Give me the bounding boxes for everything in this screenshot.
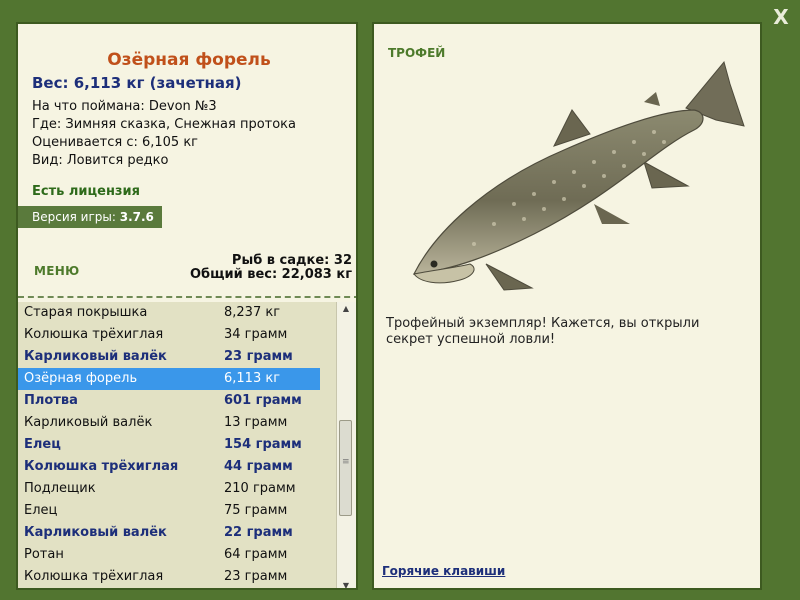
divider <box>18 296 356 298</box>
lake-trout-image <box>412 60 745 291</box>
catch-name: Колюшка трёхиглая <box>24 459 179 474</box>
list-item[interactable]: Ротан 64 грамм <box>18 544 336 566</box>
catch-weight: 64 грамм <box>224 547 288 562</box>
catch-weight: 8,237 кг <box>224 305 281 320</box>
license-status: Есть лицензия <box>32 184 140 199</box>
close-icon[interactable]: X <box>770 6 792 28</box>
trophy-panel: ТРОФЕЙ Трофейный экземпляр! Кажется, вы … <box>372 22 762 590</box>
total-weight: Общий вес: 22,083 кг <box>189 267 352 282</box>
fish-count: Рыб в садке: 32 <box>231 253 352 268</box>
fish-details: На что поймана: Devon №3 Где: Зимняя ска… <box>32 98 296 170</box>
hotkeys-link[interactable]: Горячие клавиши <box>382 564 505 578</box>
list-item[interactable]: Плотва 601 грамм <box>18 390 336 412</box>
fish-info-panel: Озёрная форель Вес: 6,113 кг (зачетная) … <box>16 22 358 590</box>
list-item[interactable]: Озёрная форель 6,113 кг <box>18 368 320 390</box>
version-label: Версия игры: <box>32 210 116 224</box>
catch-weight: 210 грамм <box>224 481 296 496</box>
game-version: Версия игры: 3.7.6 <box>18 206 162 228</box>
arrow-up-icon[interactable]: ▲ <box>337 304 355 313</box>
catch-name: Карликовый валёк <box>24 415 153 430</box>
catch-name: Колюшка трёхиглая <box>24 327 164 342</box>
scroll-thumb[interactable]: ≡ <box>339 420 352 516</box>
fish-title: Озёрная форель <box>107 50 271 70</box>
trophy-description: Трофейный экземпляр! Кажется, вы открыли… <box>386 316 700 347</box>
catch-name: Елец <box>24 503 58 518</box>
list-item[interactable]: Елец 75 грамм <box>18 500 336 522</box>
catch-list[interactable]: Старая покрышка 8,237 кг Колюшка трёхиглая… <box>18 302 336 588</box>
catch-name: Ротан <box>24 547 64 562</box>
catch-weight: 601 грамм <box>224 393 302 408</box>
list-item[interactable]: Колюшка трёхиглая 23 грамм <box>18 566 336 588</box>
version-value: 3.7.6 <box>119 210 154 224</box>
catch-name: Карликовый валёк <box>24 525 167 540</box>
menu-button[interactable]: МЕНЮ <box>34 264 79 278</box>
list-item[interactable]: Колюшка трёхиглая 44 грамм <box>18 456 336 478</box>
catch-name: Старая покрышка <box>24 305 148 320</box>
list-item[interactable]: Карликовый валёк 23 грамм <box>18 346 336 368</box>
catch-weight: 23 грамм <box>224 349 293 364</box>
list-item[interactable]: Елец 154 грамм <box>18 434 336 456</box>
species-rarity: Вид: Ловится редко <box>32 153 169 168</box>
rated-from: Оценивается с: 6,105 кг <box>32 135 199 150</box>
list-scrollbar[interactable]: ▲ ≡ ▼ <box>336 302 356 588</box>
fish-weight: Вес: 6,113 кг (зачетная) <box>32 74 242 92</box>
catch-weight: 44 грамм <box>224 459 293 474</box>
caught-where: Где: Зимняя сказка, Снежная протока <box>32 117 297 132</box>
list-item[interactable]: Карликовый валёк 22 грамм <box>18 522 336 544</box>
catch-weight: 6,113 кг <box>224 371 281 386</box>
app-window: X Озёрная форель Вес: 6,113 кг (зачетная… <box>0 0 800 600</box>
catch-name: Колюшка трёхиглая <box>24 569 164 584</box>
catch-name: Озёрная форель <box>24 371 138 386</box>
catch-weight: 154 грамм <box>224 437 302 452</box>
catch-weight: 13 грамм <box>224 415 288 430</box>
arrow-down-icon[interactable]: ▼ <box>337 581 355 588</box>
catch-weight: 75 грамм <box>224 503 288 518</box>
catch-weight: 22 грамм <box>224 525 293 540</box>
grip-icon: ≡ <box>342 457 350 467</box>
caught-on: На что поймана: Devon №3 <box>32 99 217 114</box>
catch-weight: 23 грамм <box>224 569 288 584</box>
catch-name: Плотва <box>24 393 78 408</box>
catch-name: Елец <box>24 437 61 452</box>
catch-name: Карликовый валёк <box>24 349 167 364</box>
list-item[interactable]: Старая покрышка 8,237 кг <box>18 302 336 324</box>
cage-stats: Рыб в садке: 32 Общий вес: 22,083 кг <box>190 254 352 282</box>
list-item[interactable]: Карликовый валёк 13 грамм <box>18 412 336 434</box>
list-item[interactable]: Колюшка трёхиглая 34 грамм <box>18 324 336 346</box>
catch-weight: 34 грамм <box>224 327 288 342</box>
catch-name: Подлещик <box>24 481 96 496</box>
list-item[interactable]: Подлещик 210 грамм <box>18 478 336 500</box>
